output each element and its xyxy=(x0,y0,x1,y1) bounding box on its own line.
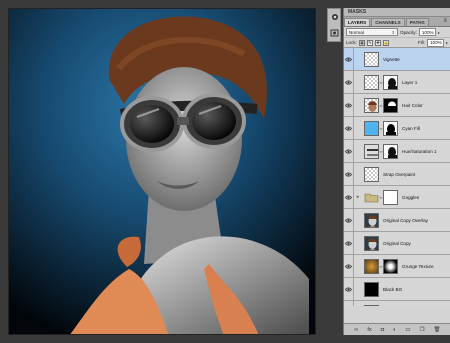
layer-name: Original Copy Overlay xyxy=(383,217,428,223)
layer-row[interactable]: ∞ Hue/Saturation 1 xyxy=(344,139,450,163)
visibility-eye-icon[interactable] xyxy=(344,185,354,209)
trash-icon[interactable]: 🗑 xyxy=(434,327,441,333)
layer-name: Hue/Saturation 1 xyxy=(402,148,437,154)
lock-row: Lock: ▦ ✎ ✥ 🔒 Fill: 100% ▸ xyxy=(344,38,450,48)
layer-row[interactable]: ∞ Layer 1 xyxy=(344,70,450,94)
select-arrow-icon: ⇕ xyxy=(391,29,395,35)
add-mask-icon[interactable]: ◘ xyxy=(381,327,384,333)
layer-thumbnail xyxy=(362,235,379,251)
visibility-eye-icon[interactable] xyxy=(344,162,354,186)
layer-name: Vignette xyxy=(383,56,400,62)
blend-row: Normal ⇕ Opacity: 100% ▸ xyxy=(344,27,450,38)
visibility-eye-icon[interactable] xyxy=(344,300,354,306)
visibility-eye-icon[interactable] xyxy=(344,70,354,94)
fill-input[interactable]: 100% xyxy=(426,38,444,47)
expand-triangle-icon[interactable]: ▸ xyxy=(354,194,362,200)
layers-list: Vignette ∞ Layer 1 ∞ Hair Color ∞ Cyan Fill ∞ Hu… xyxy=(344,48,450,306)
fill-arrow-icon[interactable]: ▸ xyxy=(446,40,448,45)
layer-name: Hair Color xyxy=(402,102,423,108)
layer-thumbnail xyxy=(362,281,379,297)
layer-row[interactable]: Vignette xyxy=(344,48,450,71)
layer-thumbnail: ∞ xyxy=(362,74,398,90)
layer-name: Original Copy xyxy=(383,240,411,246)
opacity-label: Opacity: xyxy=(400,29,417,35)
lock-pixels-icon[interactable]: ✎ xyxy=(366,39,373,46)
visibility-eye-icon[interactable] xyxy=(344,231,354,255)
lock-all-icon[interactable]: 🔒 xyxy=(382,39,389,46)
layer-thumbnail: ∞ xyxy=(362,120,398,136)
visibility-eye-icon[interactable] xyxy=(344,254,354,278)
layer-thumbnail: ∞ xyxy=(362,258,398,274)
masks-dock-icon[interactable] xyxy=(330,28,340,38)
fill-value: 100% xyxy=(429,40,442,45)
masks-panel-header[interactable]: MASKS xyxy=(344,8,450,17)
tab-paths[interactable]: PATHS xyxy=(405,18,429,26)
layer-row[interactable]: Original Copy xyxy=(344,231,450,255)
layer-thumbnail: ∞ xyxy=(362,189,398,205)
layer-name: Strap Overpaint xyxy=(383,171,416,177)
layer-thumbnail xyxy=(362,304,379,306)
layer-thumbnail xyxy=(362,51,379,67)
layer-row[interactable]: ∞ Hair Color xyxy=(344,93,450,117)
lock-transparency-icon[interactable]: ▦ xyxy=(358,39,365,46)
opacity-input[interactable]: 100% xyxy=(418,28,436,36)
layer-name: Layer 1 xyxy=(402,79,418,85)
tab-layers[interactable]: LAYERS xyxy=(344,18,371,26)
lock-position-icon[interactable]: ✥ xyxy=(374,39,381,46)
opacity-arrow-icon[interactable]: ▸ xyxy=(438,30,440,35)
layer-name: Cyan Fill xyxy=(402,125,420,131)
panel-menu-icon[interactable]: ≡ xyxy=(443,18,447,24)
lock-label: Lock: xyxy=(346,40,357,45)
layer-row[interactable]: ▸ ∞ Goggles xyxy=(344,185,450,209)
new-layer-icon[interactable]: ❐ xyxy=(420,327,425,333)
artwork xyxy=(9,9,315,334)
layer-thumbnail xyxy=(362,212,379,228)
blend-mode-value: Normal xyxy=(349,29,364,35)
visibility-eye-icon[interactable] xyxy=(344,116,354,140)
document-canvas[interactable] xyxy=(8,8,316,335)
panel-footer: ∞ fx ◘ ◐ ▭ ❐ 🗑 xyxy=(344,323,450,335)
adjustments-dock-icon[interactable] xyxy=(330,12,340,22)
adjustment-icon[interactable]: ◐ xyxy=(393,327,396,333)
tab-channels[interactable]: CHANNELS xyxy=(371,18,405,26)
layer-row[interactable]: Strap Overpaint xyxy=(344,162,450,186)
fx-icon[interactable]: fx xyxy=(367,327,371,333)
layer-thumbnail: ∞ xyxy=(362,97,398,113)
panel-dock-strip xyxy=(327,8,341,42)
layer-thumbnail: ∞ xyxy=(362,143,398,159)
layer-name: Goggles xyxy=(402,194,420,200)
blend-mode-select[interactable]: Normal ⇕ xyxy=(346,28,398,36)
layer-row[interactable]: Original xyxy=(344,300,450,306)
layer-row[interactable]: ∞ Grunge Texture xyxy=(344,254,450,278)
layer-row[interactable]: Black BG xyxy=(344,277,450,301)
photoshop-window: MASKS LAYERS CHANNELS PATHS ≡ Normal ⇕ O… xyxy=(0,0,450,343)
link-icon[interactable]: ∞ xyxy=(355,327,359,333)
layer-name: Black BG xyxy=(383,286,403,292)
masks-tab[interactable]: MASKS xyxy=(348,9,366,15)
opacity-value: 100% xyxy=(421,29,434,35)
new-group-icon[interactable]: ▭ xyxy=(405,327,410,333)
layer-name: Grunge Texture xyxy=(402,263,434,269)
visibility-eye-icon[interactable] xyxy=(344,208,354,232)
fill-label: Fill: xyxy=(417,40,425,45)
layer-thumbnail xyxy=(362,166,379,182)
visibility-eye-icon[interactable] xyxy=(344,139,354,163)
visibility-eye-icon[interactable] xyxy=(344,48,354,71)
visibility-eye-icon[interactable] xyxy=(344,93,354,117)
panel-tabs: LAYERS CHANNELS PATHS ≡ xyxy=(344,17,450,27)
layer-row[interactable]: Original Copy Overlay xyxy=(344,208,450,232)
layer-row[interactable]: ∞ Cyan Fill xyxy=(344,116,450,140)
layers-panel: MASKS LAYERS CHANNELS PATHS ≡ Normal ⇕ O… xyxy=(343,8,450,335)
visibility-eye-icon[interactable] xyxy=(344,277,354,301)
